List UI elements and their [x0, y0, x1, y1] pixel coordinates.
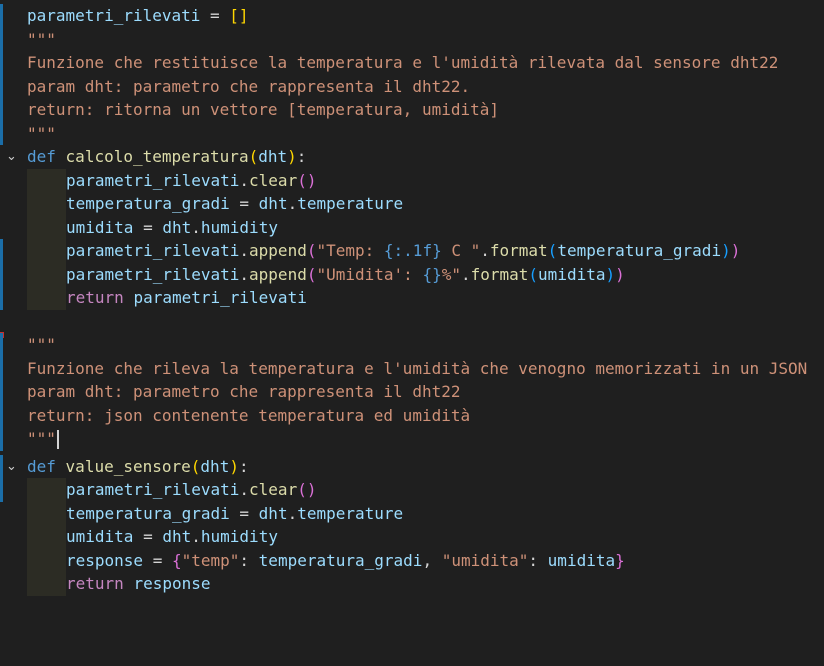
code-line[interactable]: return response: [0, 572, 824, 596]
indent-guide: [27, 262, 66, 286]
code-text: Funzione che rileva la temperatura e l'u…: [27, 358, 808, 378]
gutter-modified-marker: [0, 98, 3, 122]
indent-guide: [27, 548, 66, 572]
code-text: Funzione che restituisce la temperatura …: [27, 53, 779, 72]
code-line[interactable]: [0, 310, 824, 334]
indent-guide: [27, 501, 66, 525]
gutter-modified-marker: [0, 121, 3, 145]
code-text: parametri_rilevati.append("Umidita': {}%…: [66, 264, 625, 284]
code-line[interactable]: return parametri_rilevati: [0, 286, 824, 310]
gutter-modified-marker: [0, 380, 3, 404]
code-text: return: ritorna un vettore [temperatura,…: [27, 100, 500, 119]
code-text: parametri_rilevati.clear(): [66, 480, 317, 499]
code-text: """: [27, 335, 56, 354]
indent-guide: [27, 478, 66, 502]
code-text: return parametri_rilevati: [66, 288, 307, 307]
code-line[interactable]: temperatura_gradi = dht.temperature: [0, 192, 824, 216]
gutter-modified-marker: [0, 74, 3, 98]
code-line[interactable]: temperatura_gradi = dht.temperature: [0, 501, 824, 525]
code-line[interactable]: umidita = dht.humidity: [0, 525, 824, 549]
indent-guide: [27, 239, 66, 263]
code-line[interactable]: return: ritorna un vettore [temperatura,…: [0, 98, 824, 122]
code-text: def value_sensore(dht):: [27, 456, 249, 476]
code-text: umidita = dht.humidity: [66, 217, 278, 237]
indent-guide: [27, 572, 66, 596]
gutter-modified-marker: [0, 356, 3, 380]
gutter-modified-marker: [0, 262, 3, 286]
code-line[interactable]: param dht: parametro che rappresenta il …: [0, 74, 824, 98]
code-text: return: json contenente temperatura ed u…: [27, 405, 471, 425]
code-editor[interactable]: parametri_rilevati = [] """ Funzione che…: [0, 0, 824, 631]
code-line[interactable]: param dht: parametro che rappresenta il …: [0, 380, 824, 404]
code-text: """: [27, 123, 56, 143]
code-line[interactable]: ⌄ def value_sensore(dht):: [0, 454, 824, 479]
gutter-modified-marker: [0, 27, 3, 51]
code-line[interactable]: parametri_rilevati.append("Temp: {:.1f} …: [0, 239, 824, 263]
code-text: """: [27, 427, 59, 451]
code-line[interactable]: response = {"temp": temperatura_gradi, "…: [0, 548, 824, 572]
indent-guide: [27, 286, 66, 310]
indent-guide: [27, 168, 66, 192]
gutter-modified-marker: [0, 478, 3, 502]
indent-guide: [27, 215, 66, 239]
code-line[interactable]: parametri_rilevati.clear(): [0, 478, 824, 502]
indent-guide: [27, 192, 66, 216]
code-text: parametri_rilevati.clear(): [66, 170, 317, 190]
code-line[interactable]: return: json contenente temperatura ed u…: [0, 403, 824, 427]
code-text: response = {"temp": temperatura_gradi, "…: [66, 550, 625, 570]
code-line[interactable]: Funzione che restituisce la temperatura …: [0, 51, 824, 75]
code-text: param dht: parametro che rappresenta il …: [27, 76, 471, 96]
code-text: return response: [66, 574, 211, 593]
gutter-modified-marker: [0, 239, 3, 263]
gutter-modified-marker: [0, 4, 3, 28]
code-line[interactable]: ⌄ def calcolo_temperatura(dht):: [0, 145, 824, 169]
text-cursor: [56, 430, 59, 449]
code-line[interactable]: parametri_rilevati = []: [0, 4, 824, 28]
code-line[interactable]: parametri_rilevati.append("Umidita': {}%…: [0, 262, 824, 286]
code-text: def calcolo_temperatura(dht):: [27, 147, 307, 166]
gutter-modified-marker: [0, 286, 3, 310]
code-text: parametri_rilevati.append("Temp: {:.1f} …: [66, 241, 741, 260]
code-text: param dht: parametro che rappresenta il …: [27, 382, 461, 401]
code-text: umidita = dht.humidity: [66, 527, 278, 546]
code-line[interactable]: parametri_rilevati.clear(): [0, 168, 824, 192]
indent-guide: [27, 525, 66, 549]
gutter-modified-marker: [0, 403, 3, 427]
code-line[interactable]: Funzione che rileva la temperatura e l'u…: [0, 356, 824, 380]
code-line[interactable]: """: [0, 121, 824, 145]
chevron-down-icon[interactable]: ⌄: [6, 455, 17, 479]
gutter-modified-marker: [0, 427, 3, 451]
gutter-modified-marker: [0, 333, 3, 357]
code-text: temperatura_gradi = dht.temperature: [66, 503, 404, 523]
code-line[interactable]: """: [0, 427, 824, 451]
docstring-close: """: [27, 429, 56, 448]
code-line[interactable]: umidita = dht.humidity: [0, 215, 824, 239]
code-line[interactable]: """: [0, 333, 824, 357]
gutter-modified-marker: [0, 454, 3, 478]
code-text: parametri_rilevati = []: [27, 6, 249, 25]
code-text: """: [27, 29, 56, 49]
code-text: temperatura_gradi = dht.temperature: [66, 194, 404, 213]
gutter-modified-marker: [0, 51, 3, 75]
code-line[interactable]: """: [0, 27, 824, 51]
chevron-down-icon[interactable]: ⌄: [6, 145, 17, 169]
